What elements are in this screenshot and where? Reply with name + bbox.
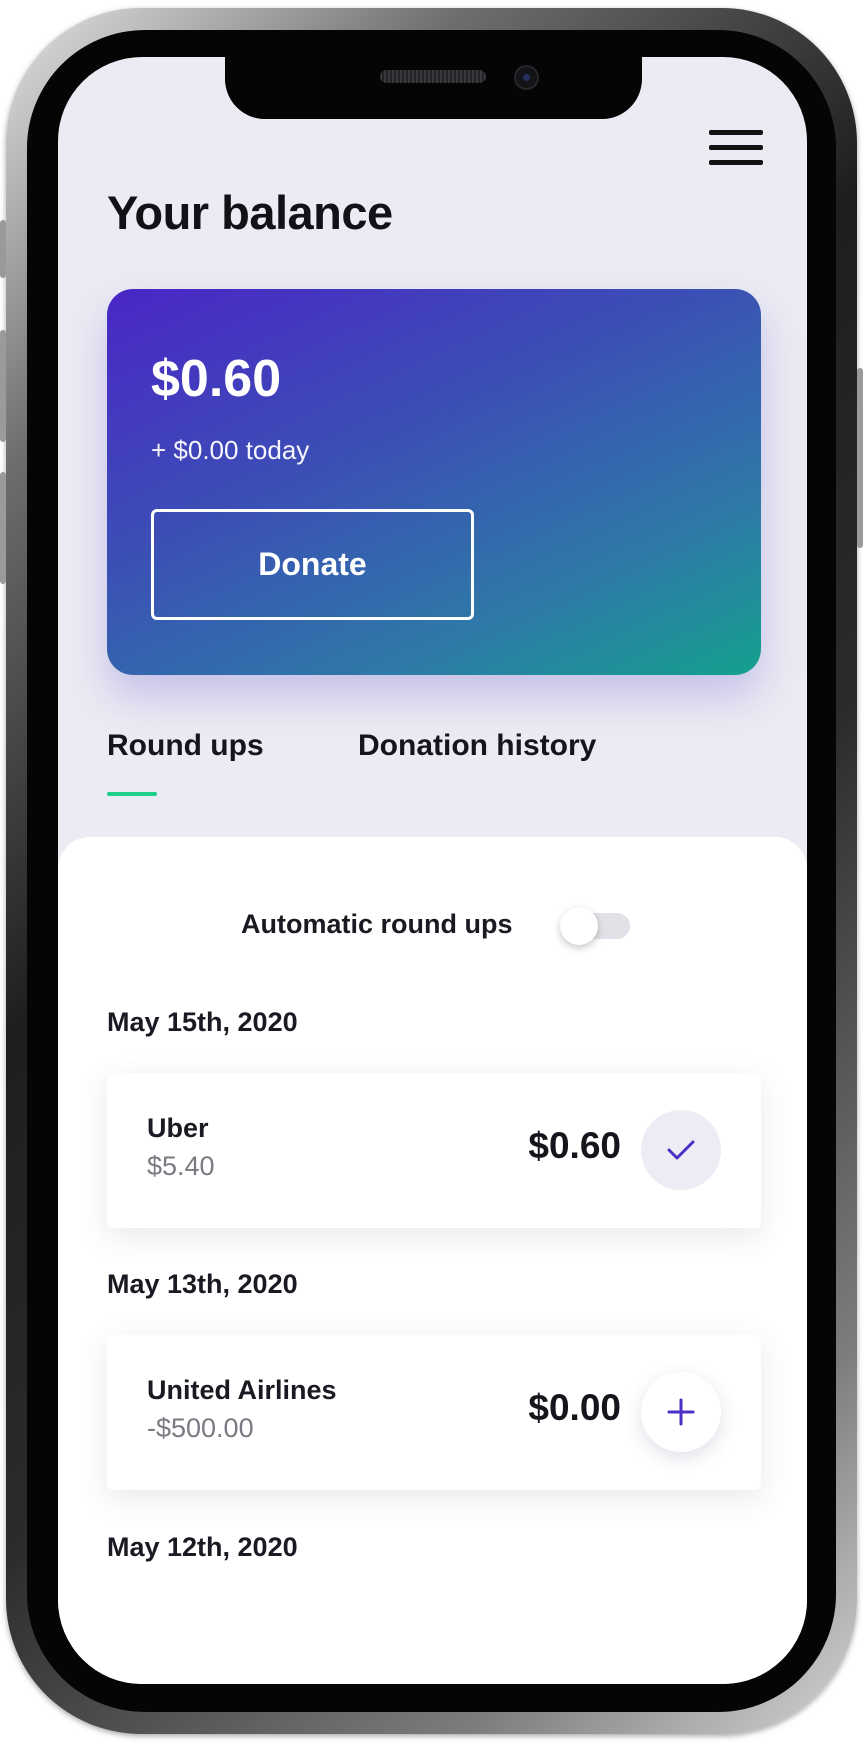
checkmark-icon[interactable] <box>641 1110 721 1190</box>
transaction-amount: -$500.00 <box>147 1413 254 1443</box>
phone-notch <box>225 57 642 119</box>
transaction-card-uber[interactable]: Uber $5.40 $0.60 <box>107 1073 761 1228</box>
balance-card: $0.60 + $0.00 today Donate <box>107 289 761 675</box>
date-header: May 12th, 2020 <box>107 1532 298 1562</box>
tab-round-ups[interactable]: Round ups <box>107 729 264 763</box>
balance-today-change: + $0.00 today <box>151 435 310 465</box>
transaction-amount: $5.40 <box>147 1151 215 1181</box>
speaker-grille <box>380 70 486 83</box>
phone-silent-switch <box>0 220 6 278</box>
active-tab-indicator <box>107 792 157 796</box>
hamburger-menu-icon[interactable] <box>709 127 763 169</box>
round-ups-panel: Automatic round ups May 15th, 2020 Uber … <box>58 837 807 1684</box>
donate-button[interactable]: Donate <box>151 509 474 620</box>
phone-volume-down-button <box>0 472 6 584</box>
front-camera <box>514 65 539 90</box>
transaction-card-united-airlines[interactable]: United Airlines -$500.00 $0.00 <box>107 1335 761 1490</box>
plus-icon[interactable] <box>641 1372 721 1452</box>
date-header: May 13th, 2020 <box>107 1269 298 1299</box>
tab-donation-history[interactable]: Donation history <box>358 729 596 763</box>
transaction-round-up: $0.00 <box>528 1387 621 1428</box>
balance-amount: $0.60 <box>151 350 282 408</box>
automatic-round-ups-label: Automatic round ups <box>241 909 513 939</box>
transaction-round-up: $0.60 <box>528 1125 621 1166</box>
phone-volume-up-button <box>0 330 6 442</box>
app-screen: Your balance $0.60 + $0.00 today Donate … <box>58 57 807 1684</box>
transaction-merchant: United Airlines <box>147 1375 337 1405</box>
page-title: Your balance <box>107 186 393 239</box>
phone-power-button <box>857 368 863 548</box>
automatic-round-ups-toggle[interactable] <box>560 907 630 945</box>
date-header: May 15th, 2020 <box>107 1007 298 1037</box>
transaction-merchant: Uber <box>147 1113 209 1143</box>
toggle-knob <box>560 907 598 945</box>
